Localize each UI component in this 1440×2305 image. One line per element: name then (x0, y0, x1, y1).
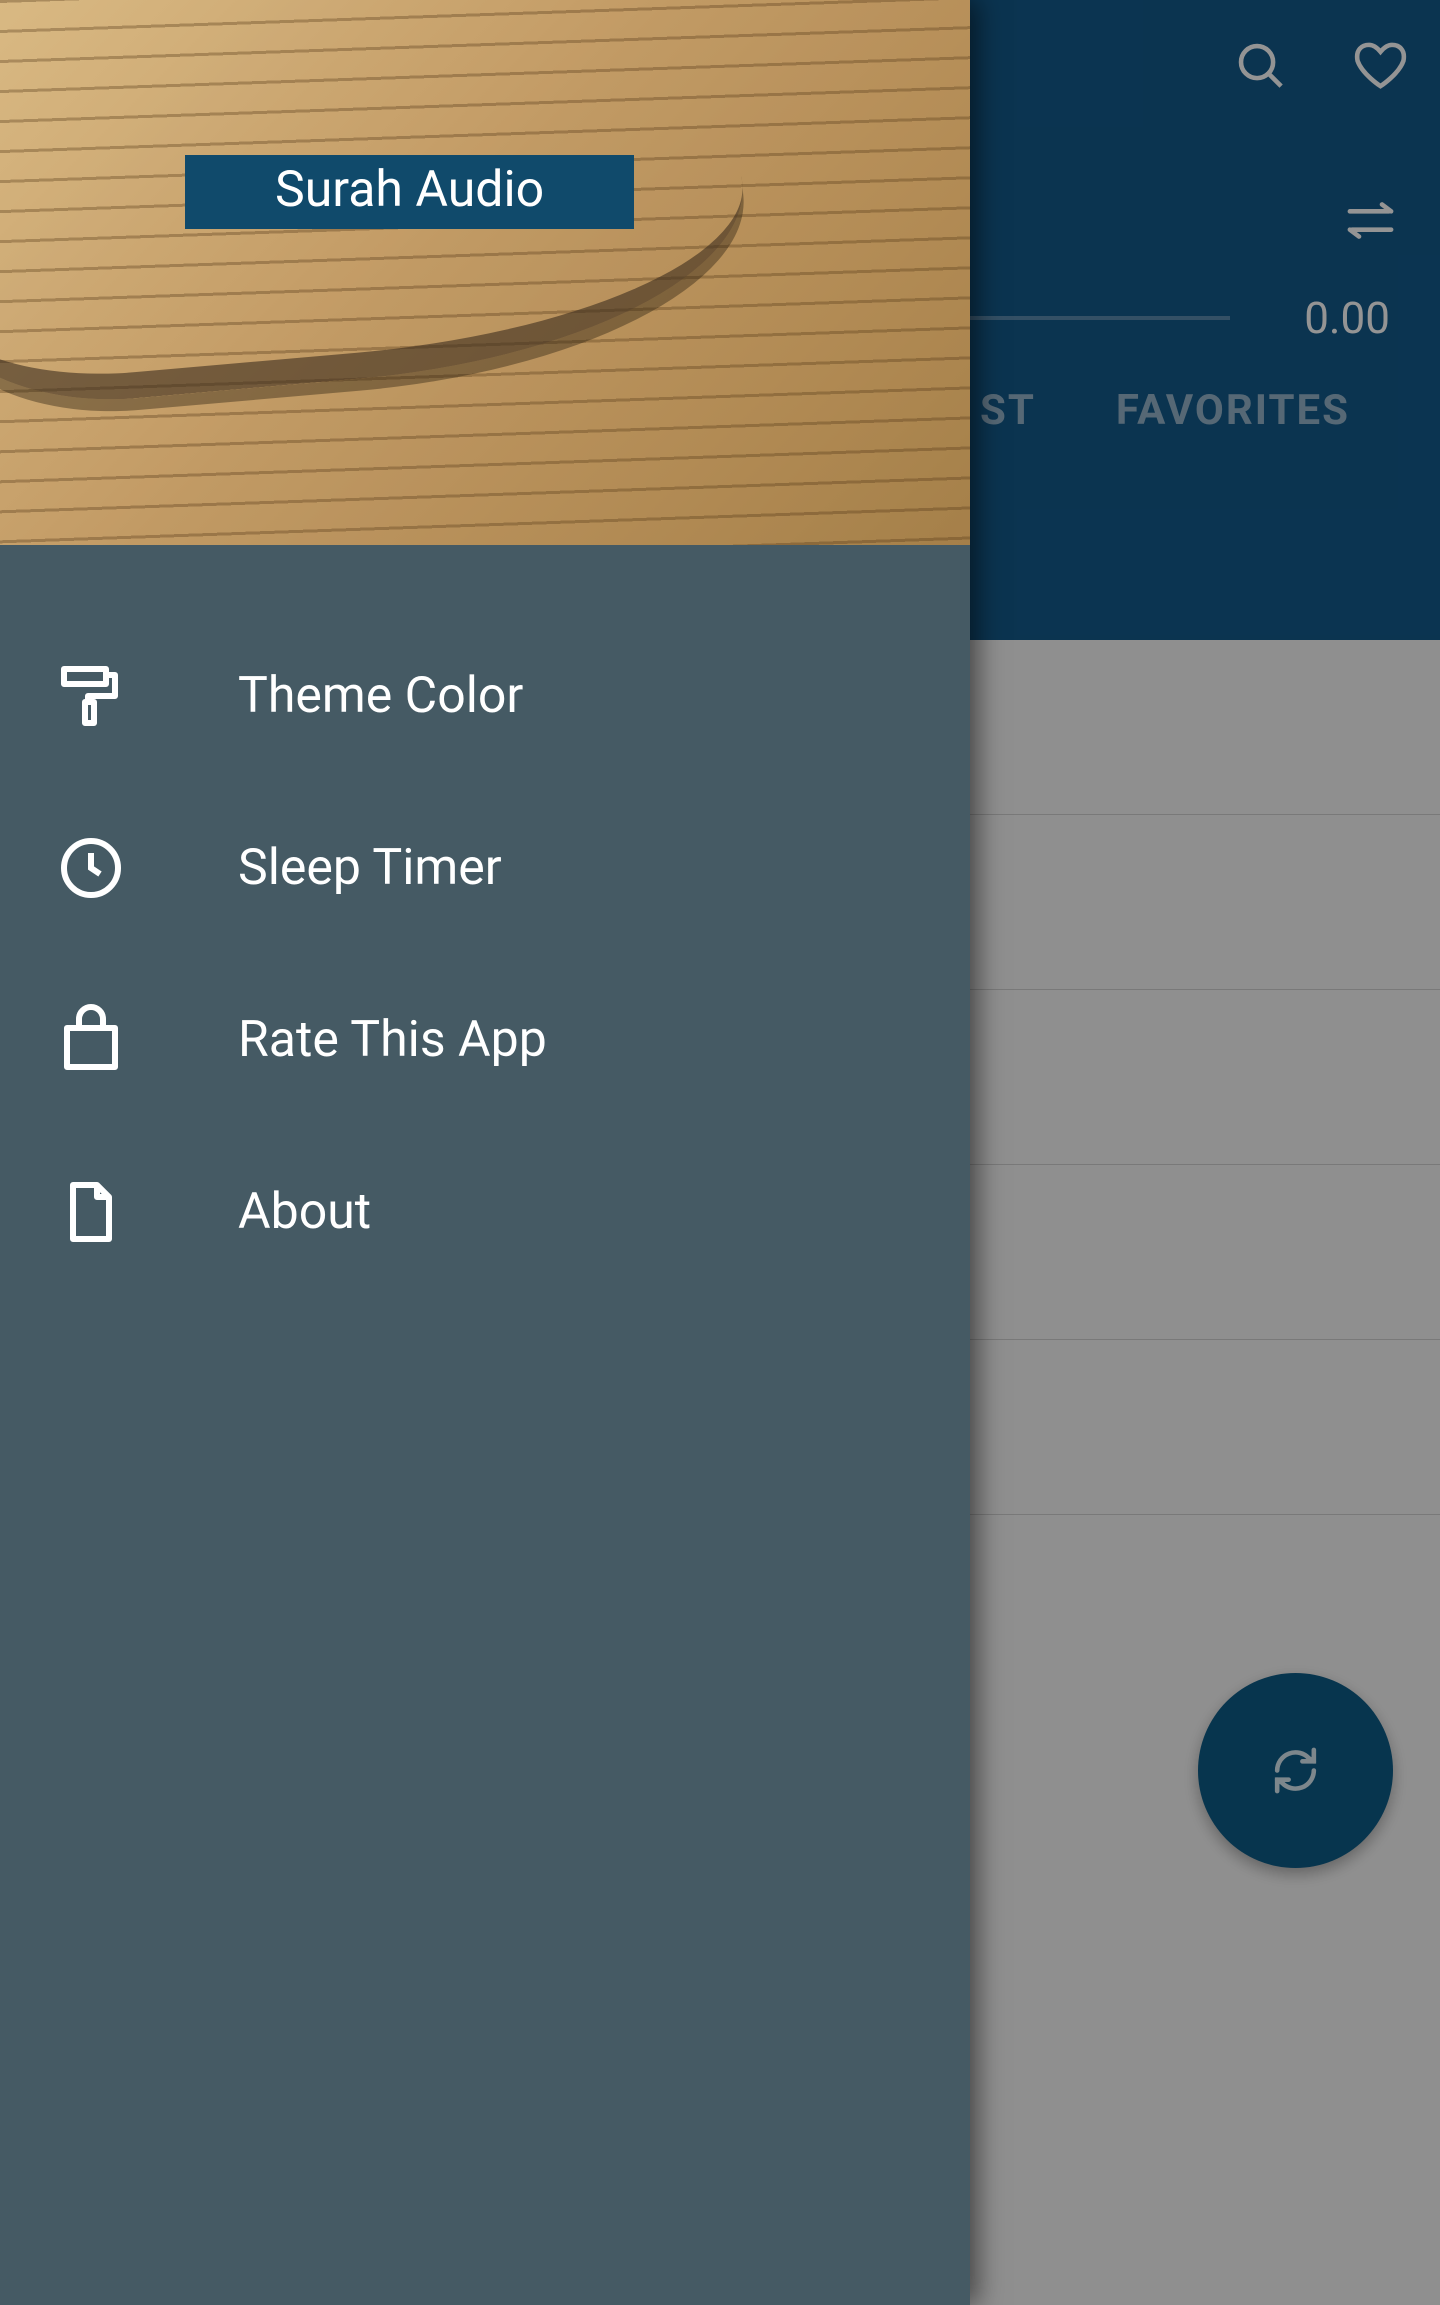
drawer-item-label: Rate This App (238, 1011, 547, 1069)
drawer-header: Surah Audio (0, 0, 970, 545)
drawer-item-about[interactable]: About (0, 1126, 970, 1298)
document-icon (55, 1176, 133, 1248)
paint-roller-icon (55, 660, 133, 732)
drawer-item-label: About (238, 1183, 371, 1241)
drawer-item-label: Theme Color (238, 667, 523, 725)
drawer-menu: Theme Color Sleep Timer (0, 545, 970, 1298)
drawer-item-rate-app[interactable]: Rate This App (0, 954, 970, 1126)
drawer-item-sleep-timer[interactable]: Sleep Timer (0, 782, 970, 954)
navigation-drawer: Surah Audio Theme Color (0, 0, 970, 2305)
clock-icon (55, 832, 133, 904)
drawer-title: Surah Audio (185, 155, 634, 229)
shopping-bag-icon (55, 1004, 133, 1076)
app-screen: 0.00 ST FAVORITES (0, 0, 1440, 2305)
drawer-item-theme-color[interactable]: Theme Color (0, 610, 970, 782)
drawer-item-label: Sleep Timer (238, 839, 502, 897)
